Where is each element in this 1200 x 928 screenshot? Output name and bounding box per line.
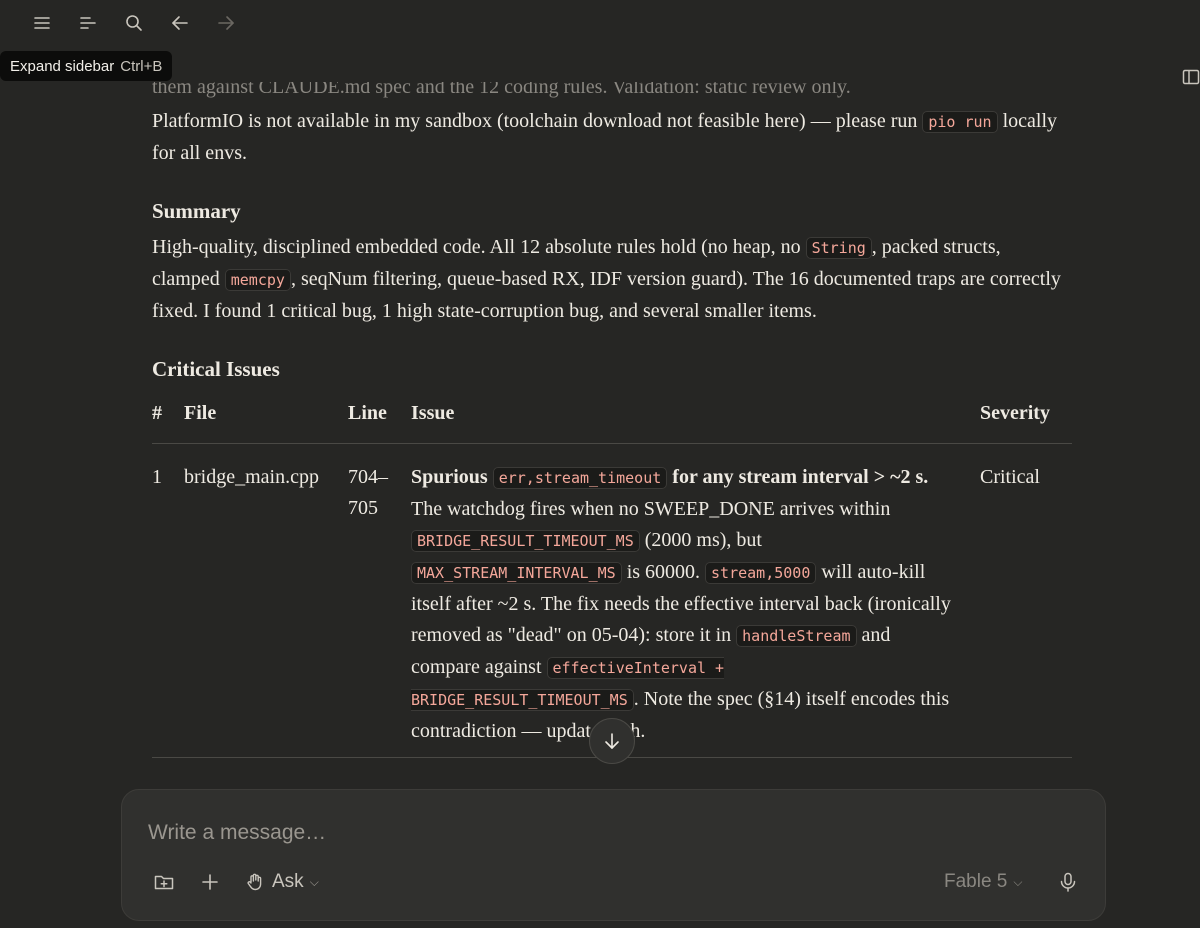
list-icon[interactable]: [70, 5, 106, 41]
inline-code: err,stream_timeout: [492, 467, 668, 489]
composer-tools: Ask ⌵: [148, 866, 323, 898]
critical-issues-heading: Critical Issues: [152, 357, 280, 381]
folder-plus-icon: [154, 875, 174, 890]
chevron-down-icon: ⌵: [309, 874, 319, 889]
microphone-icon: [1060, 872, 1076, 892]
panel-toggle-icon[interactable]: [1182, 68, 1200, 86]
tooltip-shortcut: Ctrl+B: [120, 57, 163, 75]
intro-paragraph: PlatformIO is not available in my sandbo…: [152, 110, 1058, 164]
col-header-severity: Severity: [980, 398, 1072, 444]
top-toolbar: [0, 0, 1200, 46]
ask-mode-button[interactable]: Ask ⌵: [240, 866, 323, 898]
plus-icon: [202, 874, 218, 890]
hand-icon: [247, 873, 262, 891]
cell-issue: Spurious err,stream_timeout for any stre…: [411, 443, 980, 758]
inline-code: MAX_STREAM_INTERVAL_MS: [411, 562, 622, 584]
summary-heading: Summary: [152, 199, 241, 223]
arrow-right-icon[interactable]: [208, 5, 244, 41]
col-header-line: Line: [348, 398, 411, 444]
inline-code: pio run: [922, 111, 998, 133]
col-header-issue: Issue: [411, 398, 980, 444]
issues-table: # File Line Issue Severity 1 bridge_main…: [152, 398, 1072, 758]
search-icon[interactable]: [116, 5, 152, 41]
expand-sidebar-tooltip: Expand sidebar Ctrl+B: [0, 51, 173, 81]
arrow-down-icon: [605, 733, 619, 749]
scroll-to-bottom-button[interactable]: [589, 718, 635, 764]
col-header-file: File: [184, 398, 348, 444]
model-select[interactable]: Fable 5 ⌵: [944, 868, 1022, 896]
summary-paragraph: High-quality, disciplined embedded code.…: [152, 236, 1061, 322]
cell-line: 704–705: [348, 443, 411, 758]
chevron-down-icon: ⌵: [1013, 874, 1023, 889]
assistant-message: them against CLAUDE.md spec and the 12 c…: [152, 82, 1072, 782]
add-folder-button[interactable]: [148, 866, 180, 898]
ask-mode-label: Ask: [272, 871, 304, 892]
inline-code: String: [805, 237, 872, 259]
inline-code: handleStream: [736, 625, 857, 647]
inline-code: BRIDGE_RESULT_TIMEOUT_MS: [411, 530, 640, 552]
tooltip-label: Expand sidebar: [10, 57, 115, 75]
model-label: Fable 5: [944, 871, 1008, 892]
inline-code: stream,5000: [705, 562, 817, 584]
message-input[interactable]: [148, 818, 908, 848]
col-header-num: #: [152, 398, 184, 444]
message-composer: Ask ⌵ Fable 5 ⌵: [121, 789, 1106, 921]
add-button[interactable]: [194, 866, 226, 898]
table-row: 1 bridge_main.cpp 704–705 Spurious err,s…: [152, 443, 1072, 758]
microphone-button[interactable]: [1054, 868, 1082, 896]
cell-severity: Critical: [980, 443, 1072, 758]
cell-file: bridge_main.cpp: [184, 443, 348, 758]
faded-text-line: them against CLAUDE.md spec and the 12 c…: [152, 82, 851, 98]
table-header-row: # File Line Issue Severity: [152, 398, 1072, 444]
arrow-left-icon[interactable]: [162, 5, 198, 41]
menu-icon[interactable]: [24, 5, 60, 41]
cell-num: 1: [152, 443, 184, 758]
inline-code: memcpy: [224, 269, 291, 291]
